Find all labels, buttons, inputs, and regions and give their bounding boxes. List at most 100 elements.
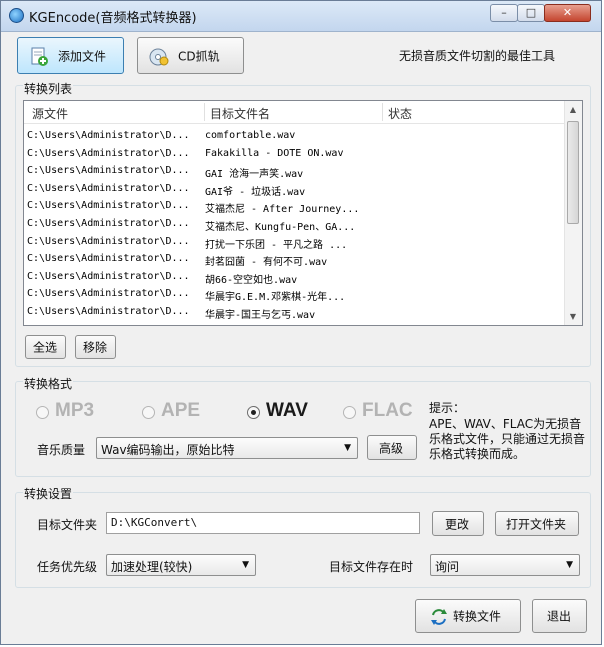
source-file-cell: C:\Users\Administrator\D... (27, 235, 190, 247)
source-file-cell: C:\Users\Administrator\D... (27, 165, 190, 177)
list-item[interactable]: C:\Users\Administrator\D... 华晨宇G.E.M.邓紫棋-… (24, 286, 565, 303)
cd-rip-button[interactable]: CD抓轨 (137, 37, 244, 74)
target-file-cell: 胡66-空空如也.wav (205, 274, 298, 286)
list-item[interactable]: C:\Users\Administrator\D... GAI 沧海一声笑.wav (24, 163, 565, 180)
format-option-label: WAV (266, 400, 308, 421)
list-item[interactable]: C:\Users\Administrator\D... Fakakilla - D… (24, 146, 565, 163)
scroll-up-icon[interactable]: ▲ (565, 101, 581, 118)
close-button[interactable]: ✕ (544, 4, 591, 22)
add-file-icon (31, 47, 48, 66)
column-header-status[interactable]: 状态 (388, 105, 412, 122)
target-file-cell: GAI爷 - 垃圾话.wav (205, 186, 306, 198)
source-file-cell: C:\Users\Administrator\D... (27, 200, 190, 212)
quality-value: Wav编码输出，原始比特 (101, 443, 235, 457)
title-bar[interactable]: KGEncode(音频格式转换器) – □ ✕ (1, 1, 601, 32)
select-all-button[interactable]: 全选 (25, 335, 66, 359)
format-option-flac[interactable]: FLAC (343, 400, 433, 426)
advanced-label: 高级 (379, 441, 404, 455)
list-scrollbar[interactable]: ▲ ▼ (564, 101, 582, 325)
target-file-cell: 艾福杰尼 - After Journey... (205, 204, 360, 216)
quality-label: 音乐质量 (37, 443, 86, 457)
target-folder-input[interactable]: D:\KGConvert\ (106, 512, 420, 534)
convert-file-label: 转换文件 (453, 609, 502, 624)
file-exists-label: 目标文件存在时 (329, 560, 414, 574)
remove-label: 移除 (83, 340, 108, 355)
remove-button[interactable]: 移除 (75, 335, 116, 359)
target-file-cell: 封茗囧菌 - 有何不可.wav (205, 257, 328, 269)
settings-title: 转换设置 (23, 485, 74, 502)
exit-button[interactable]: 退出 (532, 599, 587, 633)
target-file-cell: 华晨宇G.E.M.邓紫棋-光年... (205, 292, 346, 304)
convert-file-button[interactable]: 转换文件 (415, 599, 521, 633)
hint-text: APE、WAV、FLAC为无损音乐格式文件，只能通过无损音乐格式转换而成。 (429, 417, 586, 461)
convert-arrows-icon (431, 609, 447, 625)
source-file-cell: C:\Users\Administrator\D... (27, 182, 190, 194)
chevron-down-icon: ▼ (242, 560, 249, 570)
radio-button[interactable] (343, 406, 356, 419)
list-item[interactable]: C:\Users\Administrator\D... GAI爷 - 垃圾话.wa… (24, 181, 565, 198)
target-file-cell: comfortable.wav (205, 130, 296, 141)
select-all-label: 全选 (33, 340, 58, 355)
list-item[interactable]: C:\Users\Administrator\D... 艾福杰尼 - After … (24, 198, 565, 215)
quality-select[interactable]: Wav编码输出，原始比特 ▼ (96, 437, 358, 459)
column-header-target[interactable]: 目标文件名 (210, 105, 270, 122)
radio-button[interactable] (247, 406, 260, 419)
format-option-label: APE (161, 400, 201, 421)
target-folder-label: 目标文件夹 (37, 518, 98, 532)
column-divider[interactable] (382, 103, 383, 121)
list-item[interactable]: C:\Users\Administrator\D... comfortable.w… (24, 128, 565, 145)
column-header-source[interactable]: 源文件 (32, 105, 68, 122)
format-option-mp3[interactable]: MP3 (36, 400, 126, 426)
list-item[interactable]: C:\Users\Administrator\D... 艾福杰尼、Kungfu-P… (24, 216, 565, 233)
add-file-button[interactable]: 添加文件 (17, 37, 124, 74)
chevron-down-icon: ▼ (566, 560, 573, 570)
source-file-cell: C:\Users\Administrator\D... (27, 288, 190, 300)
file-exists-value: 询问 (435, 560, 460, 574)
source-file-cell: C:\Users\Administrator\D... (27, 218, 190, 229)
scroll-down-icon[interactable]: ▼ (565, 308, 581, 325)
priority-select[interactable]: 加速处理(较快) ▼ (106, 554, 256, 576)
change-folder-label: 更改 (445, 517, 470, 531)
window-title: KGEncode(音频格式转换器) (29, 11, 197, 26)
target-file-cell: Fakakilla - DOTE ON.wav (205, 147, 344, 159)
target-file-cell: 华晨宇-国王与乞丐.wav (205, 310, 316, 321)
hint-title: 提示： (429, 401, 466, 415)
radio-button[interactable] (142, 406, 155, 419)
exit-label: 退出 (547, 609, 572, 624)
list-item[interactable]: C:\Users\Administrator\D... 封茗囧菌 - 有何不可.w… (24, 251, 565, 268)
chevron-down-icon: ▼ (344, 443, 351, 453)
cd-rip-label: CD抓轨 (178, 49, 220, 63)
file-list[interactable]: 源文件 目标文件名 状态 C:\Users\Administrator\D...… (23, 100, 583, 326)
maximize-button[interactable]: □ (517, 4, 545, 22)
open-folder-label: 打开文件夹 (506, 517, 567, 531)
source-file-cell: C:\Users\Administrator\D... (27, 253, 190, 265)
format-option-ape[interactable]: APE (142, 400, 232, 426)
file-exists-select[interactable]: 询问 ▼ (430, 554, 580, 576)
app-logo-icon (9, 8, 24, 23)
target-file-cell: GAI 沧海一声笑.wav (205, 169, 304, 181)
source-file-cell: C:\Users\Administrator\D... (27, 270, 190, 282)
priority-value: 加速处理(较快) (111, 560, 193, 574)
list-item[interactable]: C:\Users\Administrator\D... 胡66-空空如也.wav (24, 269, 565, 286)
minimize-button[interactable]: – (490, 4, 518, 22)
format-option-wav[interactable]: WAV (247, 400, 337, 426)
radio-button[interactable] (36, 406, 49, 419)
add-file-label: 添加文件 (58, 49, 107, 63)
column-divider[interactable] (204, 103, 205, 121)
convert-list-title: 转换列表 (23, 80, 74, 97)
app-window: KGEncode(音频格式转换器) – □ ✕ 添加文件 CD抓轨 无损音质文件… (0, 0, 602, 645)
list-item[interactable]: C:\Users\Administrator\D... 打扰一下乐团 - 平凡之路… (24, 234, 565, 251)
change-folder-button[interactable]: 更改 (432, 511, 484, 536)
source-file-cell: C:\Users\Administrator\D... (27, 147, 190, 159)
priority-label: 任务优先级 (37, 560, 98, 574)
advanced-button[interactable]: 高级 (367, 435, 417, 460)
tagline-text: 无损音质文件切割的最佳工具 (399, 49, 556, 63)
file-list-header: 源文件 目标文件名 状态 (24, 101, 565, 124)
scroll-thumb[interactable] (567, 121, 579, 224)
source-file-cell: C:\Users\Administrator\D... (27, 130, 190, 141)
source-file-cell: C:\Users\Administrator\D... (27, 306, 190, 317)
open-folder-button[interactable]: 打开文件夹 (495, 511, 579, 536)
list-item[interactable]: C:\Users\Administrator\D... 华晨宇-国王与乞丐.wav (24, 304, 565, 321)
format-option-label: MP3 (55, 400, 95, 421)
target-file-cell: 打扰一下乐团 - 平凡之路 ... (205, 239, 348, 251)
